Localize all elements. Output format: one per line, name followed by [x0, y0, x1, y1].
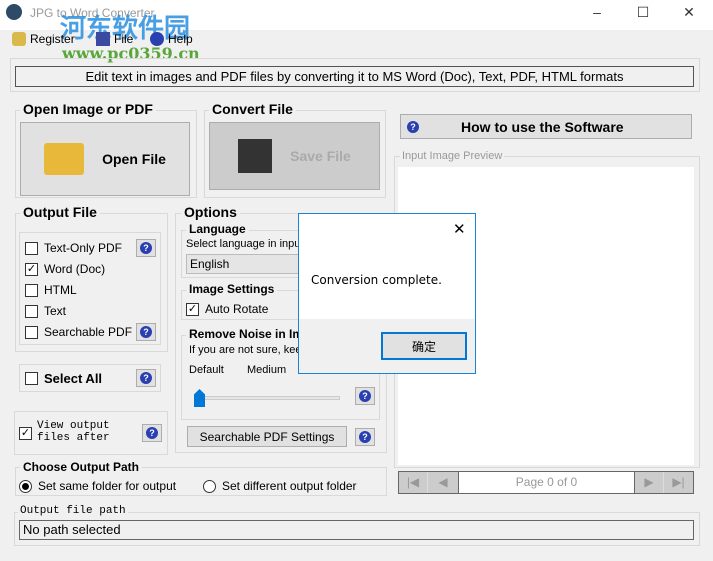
- menu-register[interactable]: Register: [12, 32, 75, 46]
- same-folder-label: Set same folder for output: [38, 479, 177, 493]
- format-help-button[interactable]: ?: [136, 323, 156, 341]
- path-label: Output file path: [18, 505, 128, 517]
- preview-label: Input Image Preview: [400, 150, 505, 162]
- help-icon: [150, 32, 164, 46]
- page-navigator: |◀ ◀ Page 0 of 0 ▶ ▶|: [398, 471, 694, 494]
- format-checkbox[interactable]: Text: [25, 304, 66, 318]
- language-label: Language: [186, 222, 249, 236]
- menu-label: Register: [30, 32, 75, 46]
- language-hint: Select language in input: [186, 238, 304, 250]
- dialog-message: Conversion complete.: [311, 273, 442, 287]
- auto-rotate-checkbox[interactable]: ✓ Auto Rotate: [186, 302, 268, 316]
- format-label: Word (Doc): [44, 262, 106, 276]
- path-field[interactable]: No path selected: [19, 520, 694, 540]
- searchable-pdf-settings-button[interactable]: Searchable PDF Settings: [187, 426, 347, 447]
- view-after-help-button[interactable]: ?: [142, 424, 162, 442]
- noise-level-default: Default: [189, 364, 224, 376]
- searchable-pdf-help-button[interactable]: ?: [355, 428, 375, 446]
- open-file-button[interactable]: Open File: [20, 122, 190, 196]
- output-path-label: Choose Output Path: [20, 460, 142, 474]
- open-file-label: Open File: [102, 151, 166, 167]
- banner-text: Edit text in images and PDF files by con…: [15, 66, 694, 87]
- view-after-line2: files after: [37, 432, 110, 444]
- format-checkbox[interactable]: Text-Only PDF: [25, 241, 122, 255]
- maximize-button[interactable]: ☐: [628, 4, 658, 21]
- help-icon: ?: [140, 242, 152, 254]
- page-indicator: Page 0 of 0: [458, 472, 635, 493]
- view-after-checkbox[interactable]: ✓: [19, 427, 32, 440]
- view-after-line1: View output: [37, 420, 110, 432]
- select-all-label: Select All: [44, 371, 103, 386]
- how-to-use-button[interactable]: ? How to use the Software: [400, 114, 692, 139]
- noise-slider-track: [196, 396, 340, 400]
- format-label: HTML: [44, 283, 77, 297]
- format-label: Text: [44, 304, 67, 318]
- message-dialog: ✕ Conversion complete. 确定: [298, 213, 476, 374]
- same-folder-radio[interactable]: Set same folder for output: [19, 479, 176, 493]
- noise-help-button[interactable]: ?: [355, 387, 375, 405]
- prev-page-button[interactable]: ◀: [428, 472, 458, 493]
- floppy-icon: [238, 139, 273, 173]
- menu-help[interactable]: Help: [150, 32, 193, 46]
- floppy-icon: [96, 32, 110, 46]
- noise-hint: If you are not sure, kee: [189, 344, 302, 356]
- different-folder-radio[interactable]: Set different output folder: [203, 479, 357, 493]
- open-group-label: Open Image or PDF: [20, 101, 156, 117]
- help-icon: ?: [140, 326, 152, 338]
- convert-group-label: Convert File: [209, 101, 296, 117]
- select-all-help-button[interactable]: ?: [136, 369, 156, 387]
- help-icon: ?: [140, 372, 152, 384]
- save-file-label: Save File: [290, 148, 351, 164]
- format-checkbox[interactable]: Searchable PDF: [25, 325, 132, 339]
- dialog-close-button[interactable]: ✕: [453, 220, 466, 238]
- folder-icon: [44, 143, 85, 175]
- menu-label: Help: [168, 32, 193, 46]
- first-page-button[interactable]: |◀: [399, 472, 428, 493]
- view-after-label: View output files after: [37, 420, 110, 444]
- last-page-button[interactable]: ▶|: [664, 472, 693, 493]
- noise-label: Remove Noise in Im: [186, 327, 307, 341]
- dialog-ok-button[interactable]: 确定: [381, 332, 467, 360]
- minimize-button[interactable]: –: [582, 4, 612, 20]
- select-all-checkbox[interactable]: Select All: [25, 371, 102, 386]
- menu-file[interactable]: File: [96, 32, 133, 46]
- auto-rotate-label: Auto Rotate: [205, 302, 269, 316]
- save-file-button[interactable]: Save File: [209, 122, 380, 190]
- noise-level-medium: Medium: [247, 364, 287, 376]
- help-icon: ?: [407, 120, 419, 133]
- output-file-label: Output File: [20, 204, 100, 220]
- different-folder-label: Set different output folder: [222, 479, 357, 493]
- menu-label: File: [114, 32, 134, 46]
- close-button[interactable]: ✕: [674, 4, 704, 21]
- next-page-button[interactable]: ▶: [635, 472, 664, 493]
- help-icon: ?: [146, 427, 158, 439]
- how-to-label: How to use the Software: [461, 118, 624, 135]
- options-label: Options: [181, 204, 240, 220]
- app-icon: [6, 4, 22, 20]
- image-settings-label: Image Settings: [186, 282, 278, 296]
- format-checkbox[interactable]: HTML: [25, 283, 77, 297]
- format-checkbox[interactable]: ✓ Word (Doc): [25, 262, 105, 276]
- help-icon: ?: [359, 390, 371, 402]
- format-help-button[interactable]: ?: [136, 239, 156, 257]
- format-label: Text-Only PDF: [44, 241, 123, 255]
- help-icon: ?: [359, 431, 371, 443]
- format-label: Searchable PDF: [44, 325, 133, 339]
- key-icon: [12, 32, 26, 46]
